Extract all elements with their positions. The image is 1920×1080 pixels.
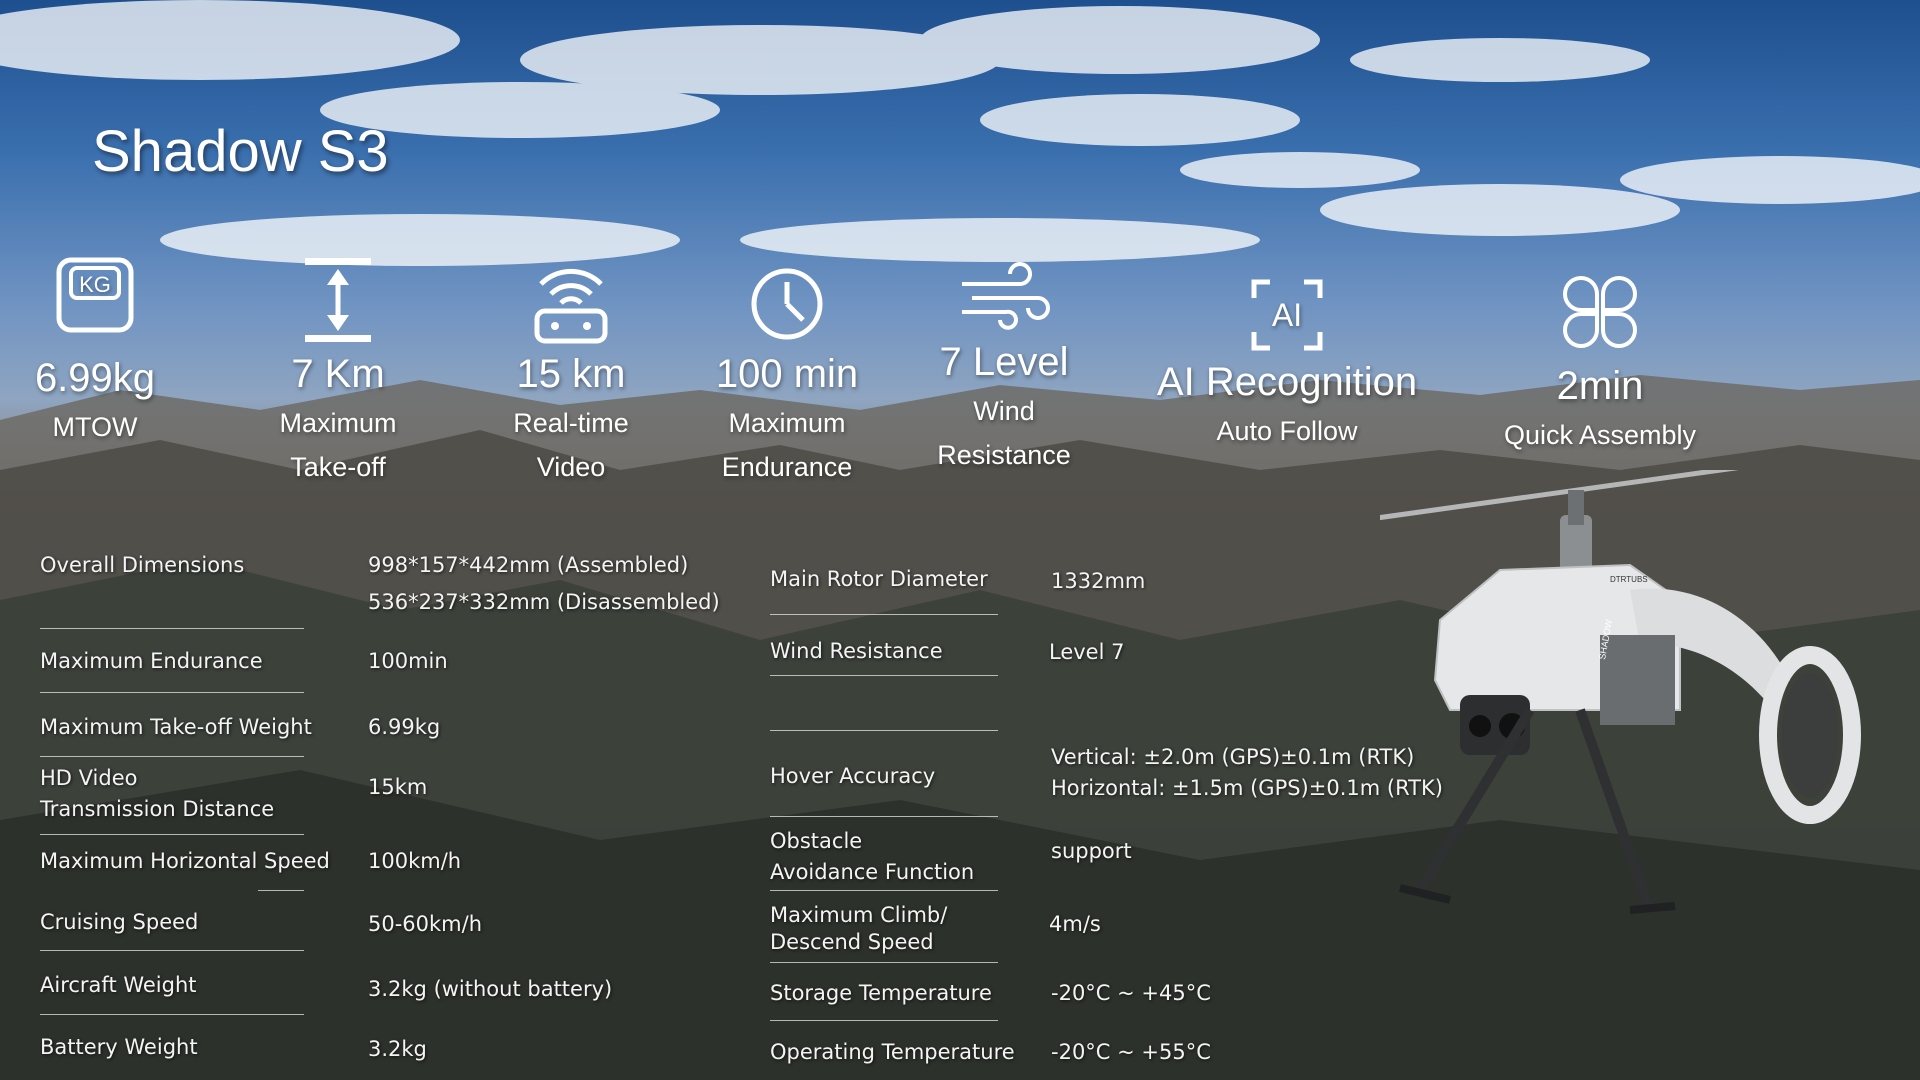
stat-label: Quick Assembly xyxy=(1503,420,1697,450)
divider xyxy=(258,890,304,891)
spec-name: Maximum Climb/ Descend Speed xyxy=(770,900,947,958)
spec-value-line1: Vertical: ±2.0m (GPS)±0.1m (RTK) xyxy=(1051,745,1415,769)
spec-value: -20°C ~ +45°C xyxy=(1051,981,1211,1005)
spec-value: Level 7 xyxy=(1049,640,1125,664)
page-title: Shadow S3 xyxy=(92,119,389,184)
stat-mtow: KG 6.99kg MTOW xyxy=(0,250,225,449)
spec-value: 6.99kg xyxy=(368,715,441,739)
stat-label-line1: Maximum xyxy=(279,408,397,438)
stat-value: AI Recognition xyxy=(1156,360,1418,404)
spec-value: 15km xyxy=(368,775,428,799)
divider xyxy=(770,890,998,891)
divider xyxy=(770,675,998,676)
product-slide: Shadow S3 KG 6.99kg MTOW 7 Km Maximum Ta… xyxy=(0,0,1920,1080)
stat-value: 6.99kg xyxy=(34,356,156,400)
spec-name: Maximum Take-off Weight xyxy=(40,715,312,739)
stat-value: 2min xyxy=(1556,364,1644,408)
divider xyxy=(40,692,304,693)
stat-value: 7 Level xyxy=(939,340,1069,384)
height-arrow-icon xyxy=(305,258,371,342)
spec-value: 3.2kg (without battery) xyxy=(368,977,613,1001)
spec-value: 4m/s xyxy=(1049,912,1101,936)
spec-value: 100min xyxy=(368,649,448,673)
clock-icon xyxy=(751,268,823,340)
stat-ai: AI AI Recognition Auto Follow xyxy=(1097,278,1477,453)
spec-name: Overall Dimensions xyxy=(40,550,244,581)
divider xyxy=(770,614,998,615)
svg-text:KG: KG xyxy=(79,272,111,297)
divider xyxy=(770,1020,998,1021)
drone-image: SHADOW DTRTUBS xyxy=(1380,470,1861,914)
spec-name: Obstacle Avoidance Function xyxy=(770,826,974,888)
divider xyxy=(40,834,304,835)
stat-label-line1: Wind xyxy=(973,396,1035,426)
spec-value: 3.2kg xyxy=(368,1037,427,1061)
spec-name: Battery Weight xyxy=(40,1035,198,1059)
spec-name: Aircraft Weight xyxy=(40,973,197,997)
stat-label: MTOW xyxy=(52,412,138,442)
divider xyxy=(40,628,304,629)
divider xyxy=(770,816,998,817)
stat-assembly: 2min Quick Assembly xyxy=(1470,274,1730,457)
spec-name: Main Rotor Diameter xyxy=(770,567,988,591)
drone-logo-mark: DTRTUBS xyxy=(1610,575,1648,584)
divider xyxy=(770,730,998,731)
spec-name: Wind Resistance xyxy=(770,639,943,663)
spec-value-line1: 998*157*442mm (Assembled) xyxy=(368,553,689,577)
spec-name-line2: Descend Speed xyxy=(770,930,934,954)
stat-label-line2: Resistance xyxy=(937,440,1071,470)
stat-wind: 7 Level Wind Resistance xyxy=(874,262,1134,477)
stat-label-line2: Take-off xyxy=(290,452,386,482)
spec-name: Hover Accuracy xyxy=(770,764,936,788)
spec-name: Operating Temperature xyxy=(770,1040,1015,1064)
spec-name-line1: HD Video xyxy=(40,766,138,790)
spec-name: Maximum Endurance xyxy=(40,649,263,673)
spec-value: 50-60km/h xyxy=(368,912,483,936)
spec-name: Storage Temperature xyxy=(770,981,992,1005)
divider xyxy=(770,962,998,963)
spec-value: 998*157*442mm (Assembled) 536*237*332mm … xyxy=(368,550,720,618)
quadcopter-icon xyxy=(1563,276,1637,348)
stat-value: 7 Km xyxy=(291,352,385,396)
wind-icon xyxy=(962,262,1050,330)
ai-recognition-icon: AI xyxy=(1251,279,1323,351)
stat-label: Auto Follow xyxy=(1216,416,1358,446)
spec-name: Maximum Horizontal Speed xyxy=(40,849,330,873)
divider xyxy=(40,1014,304,1015)
spec-value: 1332mm xyxy=(1051,569,1146,593)
spec-name-line1: Obstacle xyxy=(770,829,863,853)
stat-max-takeoff: 7 Km Maximum Take-off xyxy=(208,256,468,489)
spec-name-line2: Transmission Distance xyxy=(40,797,275,821)
kg-weight-icon: KG xyxy=(56,257,134,333)
divider xyxy=(40,756,304,757)
spec-name-line1: Overall Dimensions xyxy=(40,553,245,577)
spec-value-line2: Horizontal: ±1.5m (GPS)±0.1m (RTK) xyxy=(1051,776,1443,800)
spec-value: Vertical: ±2.0m (GPS)±0.1m (RTK) Horizon… xyxy=(1051,742,1443,804)
spec-value-line2: 536*237*332mm (Disassembled) xyxy=(368,590,720,614)
spec-name: HD Video Transmission Distance xyxy=(40,763,274,825)
spec-value: 100km/h xyxy=(368,849,462,873)
svg-text:AI: AI xyxy=(1272,297,1302,333)
spec-name: Cruising Speed xyxy=(40,910,199,934)
divider xyxy=(40,950,304,951)
spec-name-line2: Avoidance Function xyxy=(770,860,975,884)
spec-value: -20°C ~ +55°C xyxy=(1051,1040,1211,1064)
spec-value: support xyxy=(1051,839,1132,863)
wifi-transmitter-icon xyxy=(534,268,608,344)
